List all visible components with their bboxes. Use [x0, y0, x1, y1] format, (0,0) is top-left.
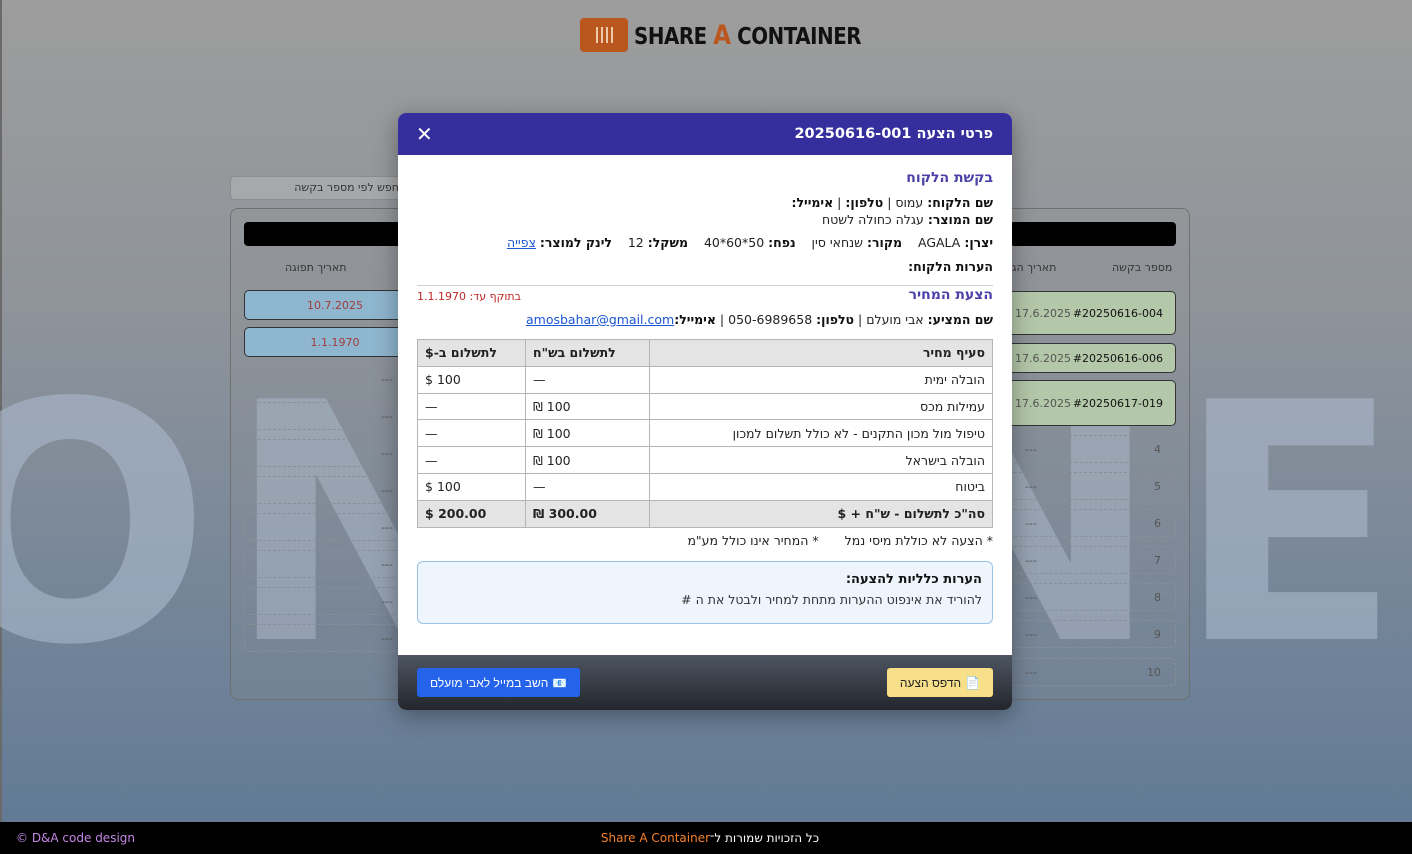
request-id: #20250617-019: [1072, 396, 1163, 410]
rights-text: כל הזכויות שמורות ל־Share A Container: [600, 831, 820, 845]
modal-footer: 📄 הדפס הצעה 📧 השב במייל לאבי מועלם: [398, 655, 1012, 710]
customer-notes-row: הערות הלקוח:: [908, 259, 993, 274]
price-offer-title: הצעת המחיר: [908, 287, 993, 303]
panel-header-bar-right: [1010, 222, 1176, 246]
modal-title: פרטי הצעה 20250616-001: [794, 126, 993, 142]
empty-slot: --- 10: [1010, 658, 1176, 686]
empty-slot: ---: [244, 587, 404, 615]
divider: [417, 285, 993, 286]
empty-slot: --- 6: [1010, 509, 1176, 537]
request-date: 17.6.2025: [1015, 306, 1071, 320]
table-row: הובלה בישראל 100 ₪ —: [417, 446, 993, 474]
close-icon[interactable]: ✕: [416, 124, 433, 144]
print-offer-button[interactable]: 📄 הדפס הצעה: [886, 668, 993, 697]
col-header-item: סעיף מחיר: [649, 339, 993, 367]
col-header-usd: לתשלום ב-$: [417, 339, 526, 367]
request-date: 17.6.2025: [1015, 351, 1071, 365]
general-notes-title: הערות כלליות להצעה:: [845, 571, 982, 587]
column-header-date: תאריך הג: [1012, 261, 1057, 274]
logo-text: SHARE A CONTAINER: [634, 19, 862, 51]
panel-header-bar-left: [244, 222, 404, 246]
table-row: טיפול מול מכון התקנים - לא כולל תשלום למ…: [417, 419, 993, 448]
empty-slot: ---: [244, 624, 404, 652]
offerer-name: אבי מועלם: [866, 312, 924, 327]
footnote-vat: * המחיר אינו כולל מע"מ: [687, 532, 819, 548]
modal-body: בקשת הלקוח שם הלקוח: עמוס | טלפון: | אימ…: [398, 155, 1012, 624]
table-row: הובלה ימית — 100 $: [417, 365, 993, 394]
offerer-info-row: שם המציע: אבי מועלם | טלפון: 050-6989658…: [526, 312, 993, 327]
product-name: עגלה כחולה לשטח: [821, 212, 924, 227]
request-row[interactable]: 17.6.2025 #20250617-019: [984, 380, 1176, 426]
empty-slot: --- 8: [1010, 583, 1176, 611]
empty-slot: ---: [244, 513, 404, 541]
table-row: עמילות מכס 100 ₪ —: [417, 392, 993, 421]
col-header-ils: לתשלום בש"ח: [525, 339, 650, 367]
request-row[interactable]: 17.6.2025 #20250616-004: [984, 291, 1176, 335]
reply-email-button[interactable]: 📧 השב במייל לאבי מועלם: [417, 668, 581, 697]
price-table: סעיף מחיר לתשלום בש"ח לתשלום ב-$ הובלה י…: [417, 339, 993, 528]
column-header-request-id: מספר בקשה: [1112, 261, 1173, 274]
modal-header: פרטי הצעה 20250616-001 ✕: [398, 113, 1012, 155]
empty-slot: --- 4: [1010, 435, 1176, 463]
offer-footnotes: * הצעה לא כוללת מיסי נמל * המחיר אינו כו…: [417, 533, 993, 548]
general-notes-box: הערות כלליות להצעה: להוריד את אינפוט ההע…: [417, 560, 993, 624]
general-notes-content: להוריד את אינפוט ההערות מתחת למחיר ולבטל…: [681, 591, 982, 607]
footnote-port-fees: * הצעה לא כוללת מיסי נמל: [844, 532, 993, 548]
offerer-phone: 050-6989658: [728, 312, 813, 327]
table-header-row: סעיף מחיר לתשלום בש"ח לתשלום ב-$: [417, 339, 993, 367]
container-icon: [580, 18, 628, 52]
empty-slot: ---: [244, 550, 404, 578]
empty-slot: ---: [244, 439, 404, 467]
customer-info-row: שם הלקוח: עמוס | טלפון: | אימייל:: [791, 195, 993, 210]
empty-slot: --- 9: [1010, 620, 1176, 648]
page-footer: © D&A code design כל הזכויות שמורות ל־Sh…: [0, 822, 1412, 854]
empty-slot: --- 7: [1010, 546, 1176, 574]
product-details-row: יצרן: AGALA מקור: שנחאי סין נפח: 50*60*4…: [506, 235, 993, 250]
empty-slot: ---: [244, 476, 404, 504]
request-id: #20250616-004: [1072, 306, 1163, 320]
offer-details-modal: פרטי הצעה 20250616-001 ✕ בקשת הלקוח שם ה…: [398, 113, 1012, 710]
offerer-email-link[interactable]: amosbahar@gmail.com: [526, 312, 674, 327]
offer-header: הצעת המחיר בתוקף עד: 1.1.1970: [417, 287, 993, 303]
empty-slot: ---: [244, 402, 404, 430]
envelope-icon: 📧: [552, 675, 568, 690]
document-icon: 📄: [965, 675, 980, 690]
request-row[interactable]: 17.6.2025 #20250616-006: [984, 343, 1176, 373]
copyright: © D&A code design: [16, 831, 135, 845]
logo: SHARE A CONTAINER: [580, 18, 898, 52]
request-id: #20250616-006: [1072, 351, 1163, 365]
empty-slot: ---: [244, 365, 404, 393]
table-row: ביטוח — 100 $: [417, 472, 993, 501]
total-row: סה"כ לתשלום - ש"ח + $ 300.00 ₪ 200.00 $: [417, 499, 993, 528]
product-link[interactable]: צפייה: [507, 235, 536, 250]
column-header-expiry: תאריך תפוגה: [285, 261, 347, 274]
search-input[interactable]: חפש לפי מספר בקשה: [230, 176, 410, 200]
customer-request-title: בקשת הלקוח: [906, 170, 993, 186]
valid-until: בתוקף עד: 1.1.1970: [417, 290, 522, 303]
customer-name: עמוס: [895, 195, 924, 210]
product-name-row: שם המוצר: עגלה כחולה לשטח: [821, 212, 993, 227]
empty-slot: --- 5: [1010, 472, 1176, 500]
request-date: 17.6.2025: [1015, 396, 1071, 410]
